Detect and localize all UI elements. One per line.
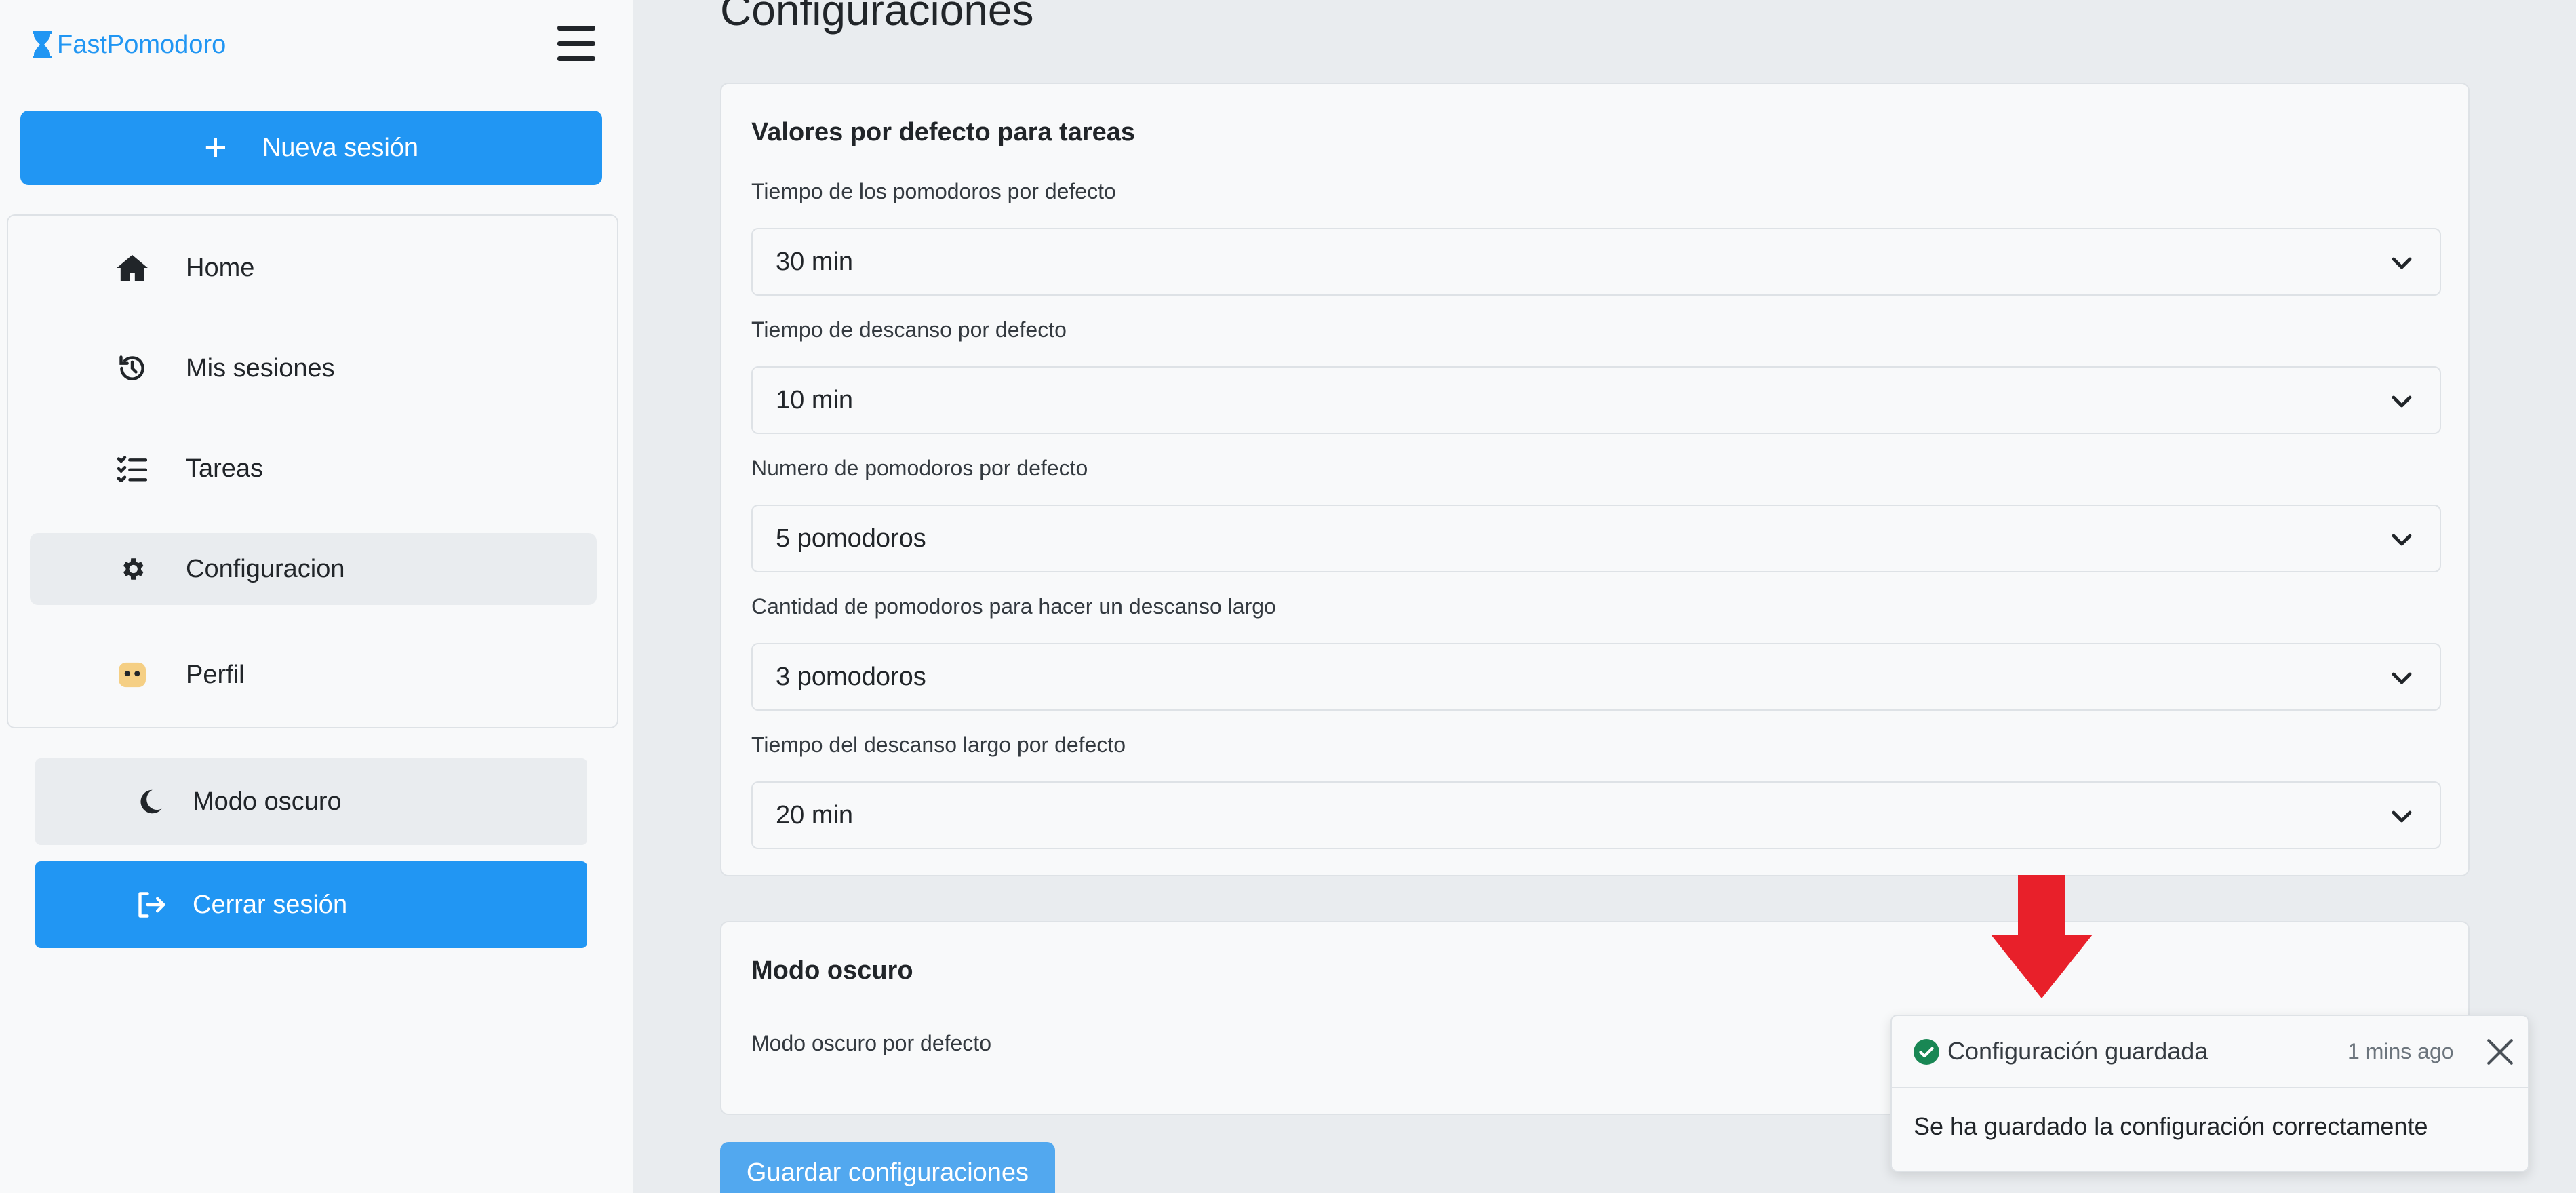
logout-icon: [136, 889, 167, 920]
brand-name: FastPomodoro: [57, 30, 226, 59]
menu-toggle-icon[interactable]: [557, 26, 595, 61]
sidebar-nav: Home Mis sesiones Tareas Configuracion P…: [7, 214, 618, 728]
close-icon[interactable]: [2486, 1038, 2514, 1066]
task-defaults-card: Valores por defecto para tareas Tiempo d…: [720, 83, 2470, 876]
brand-logo[interactable]: FastPomodoro: [33, 24, 226, 65]
save-settings-label: Guardar configuraciones: [746, 1158, 1029, 1187]
moon-icon: [136, 786, 167, 817]
long-break-interval-label: Cantidad de pomodoros para hacer un desc…: [751, 594, 1276, 619]
new-session-button[interactable]: + Nueva sesión: [20, 111, 602, 185]
toast-body: Se ha guardado la configuración correcta…: [1914, 1112, 2428, 1140]
sidebar-item-label: Home: [186, 253, 255, 282]
dark-mode-default-label: Modo oscuro por defecto: [751, 1031, 991, 1055]
logout-label: Cerrar sesión: [193, 890, 348, 919]
annotation-arrow-icon: [1991, 875, 2093, 998]
select-value: 5 pomodoros: [776, 524, 926, 553]
chevron-down-icon: [2392, 257, 2412, 269]
select-value: 10 min: [776, 385, 854, 414]
avatar-icon: [117, 659, 148, 690]
card-title: Modo oscuro: [751, 956, 913, 985]
sidebar-item-configuracion[interactable]: Configuracion: [30, 533, 597, 605]
sidebar: FastPomodoro + Nueva sesión Home Mis ses…: [0, 0, 633, 1193]
chevron-down-icon: [2392, 395, 2412, 408]
pomodoro-count-select[interactable]: 5 pomodoros: [751, 505, 2441, 572]
chevron-down-icon: [2392, 672, 2412, 684]
pomodoro-count-label: Numero de pomodoros por defecto: [751, 456, 1088, 480]
toast-header: Configuración guardada 1 mins ago: [1892, 1016, 2528, 1088]
sidebar-item-mis-sesiones[interactable]: Mis sesiones: [30, 332, 597, 404]
pomodoro-time-label: Tiempo de los pomodoros por defecto: [751, 179, 1116, 203]
gear-icon: [117, 553, 148, 585]
logout-button[interactable]: Cerrar sesión: [35, 861, 587, 948]
history-icon: [117, 353, 148, 384]
sidebar-item-perfil[interactable]: Perfil: [30, 639, 597, 711]
plus-icon: +: [203, 125, 227, 170]
dark-mode-button[interactable]: Modo oscuro: [35, 758, 587, 845]
check-circle-icon: [1914, 1039, 1939, 1065]
save-settings-button[interactable]: Guardar configuraciones: [720, 1142, 1055, 1193]
sidebar-item-label: Configuracion: [186, 554, 345, 583]
sidebar-item-label: Perfil: [186, 660, 245, 689]
sidebar-item-home[interactable]: Home: [30, 232, 597, 304]
pomodoro-time-select[interactable]: 30 min: [751, 228, 2441, 296]
hourglass-icon: [33, 31, 52, 58]
card-title: Valores por defecto para tareas: [751, 118, 1136, 146]
break-time-label: Tiempo de descanso por defecto: [751, 317, 1067, 342]
checklist-icon: [117, 453, 148, 484]
new-session-label: Nueva sesión: [262, 133, 419, 162]
select-value: 20 min: [776, 800, 854, 829]
toast-timestamp: 1 mins ago: [2347, 1038, 2454, 1063]
home-icon: [117, 252, 148, 283]
sidebar-item-tareas[interactable]: Tareas: [30, 433, 597, 505]
toast-notification: Configuración guardada 1 mins ago Se ha …: [1890, 1015, 2529, 1172]
long-break-interval-select[interactable]: 3 pomodoros: [751, 643, 2441, 711]
sidebar-item-label: Tareas: [186, 454, 264, 483]
long-break-time-select[interactable]: 20 min: [751, 781, 2441, 849]
select-value: 3 pomodoros: [776, 662, 926, 691]
sidebar-item-label: Mis sesiones: [186, 353, 335, 383]
chevron-down-icon: [2392, 534, 2412, 546]
toast-title: Configuración guardada: [1947, 1037, 2208, 1065]
dark-mode-label: Modo oscuro: [193, 787, 342, 816]
chevron-down-icon: [2392, 810, 2412, 823]
break-time-select[interactable]: 10 min: [751, 366, 2441, 434]
select-value: 30 min: [776, 247, 854, 276]
long-break-time-label: Tiempo del descanso largo por defecto: [751, 732, 1126, 757]
page-title: Configuraciones: [720, 0, 1034, 35]
